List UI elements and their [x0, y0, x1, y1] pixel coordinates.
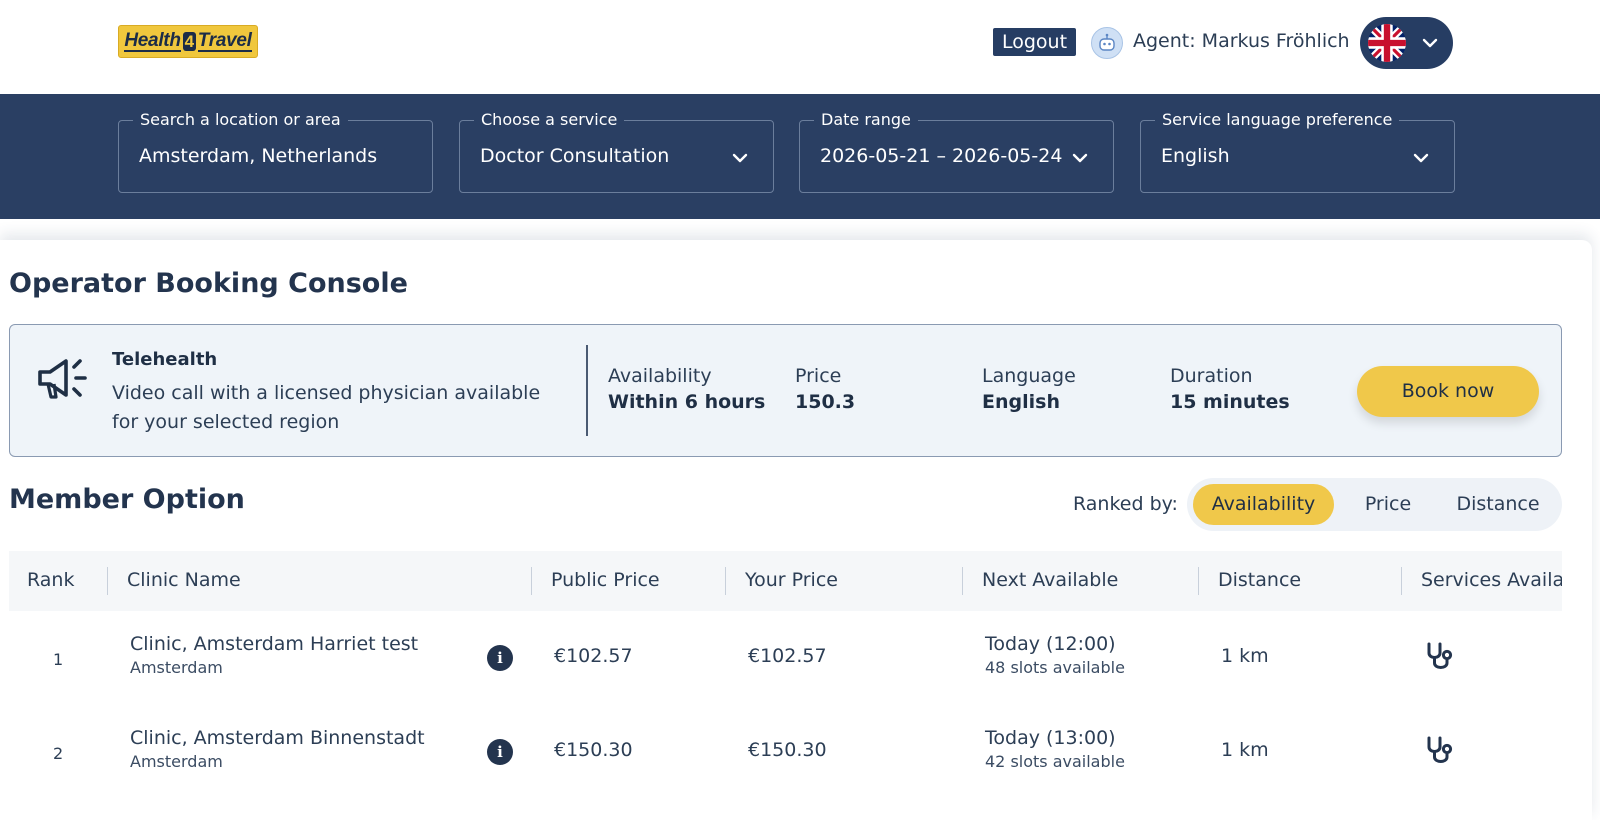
- column-header-clinic-name[interactable]: Clinic Name: [127, 569, 241, 591]
- stat-availability: Availability Within 6 hours: [608, 365, 765, 413]
- rank-cell: 1: [53, 650, 64, 669]
- clinic-city: Amsterdam: [130, 752, 223, 771]
- stethoscope-icon: [1427, 736, 1453, 763]
- column-separator: [1401, 567, 1402, 595]
- your-price-cell: €102.57: [748, 645, 827, 667]
- top-bar: Health 4 Travel Logout Agent: Markus Fröhl…: [0, 0, 1600, 94]
- health4travel-logo[interactable]: Health 4 Travel: [118, 25, 258, 58]
- clinic-city: Amsterdam: [130, 658, 223, 677]
- your-price-cell: €150.30: [748, 739, 827, 761]
- public-price-cell: €102.57: [554, 645, 633, 667]
- stat-value: English: [982, 391, 1060, 413]
- language-preference-select[interactable]: Service language preference English: [1140, 110, 1455, 193]
- rank-option-availability[interactable]: Availability: [1193, 484, 1334, 525]
- column-header-distance[interactable]: Distance: [1218, 569, 1301, 591]
- column-header-your-price[interactable]: Your Price: [745, 569, 838, 591]
- stat-duration: Duration 15 minutes: [1170, 365, 1290, 413]
- distance-cell: 1 km: [1221, 645, 1269, 667]
- stat-label: Language: [982, 365, 1076, 387]
- ranking-toggle: Availability Price Distance: [1187, 478, 1562, 531]
- section-title: Member Option: [9, 484, 245, 515]
- public-price-cell: €150.30: [554, 739, 633, 761]
- clinic-name[interactable]: Clinic, Amsterdam Binnenstadt: [130, 727, 425, 749]
- logo-text-right: Travel: [197, 29, 252, 52]
- rank-option-distance[interactable]: Distance: [1440, 484, 1556, 525]
- stat-label: Duration: [1170, 365, 1253, 387]
- rank-cell: 2: [53, 744, 64, 763]
- agent-name: Agent: Markus Fröhlich: [1133, 30, 1350, 52]
- stat-value: 15 minutes: [1170, 391, 1290, 413]
- agent-avatar-icon: [1091, 27, 1123, 59]
- chevron-down-icon: [732, 153, 748, 163]
- logo-number: 4: [182, 32, 196, 51]
- slots-available: 42 slots available: [985, 752, 1125, 771]
- logout-button[interactable]: Logout: [993, 28, 1077, 56]
- stethoscope-icon: [1427, 642, 1453, 669]
- book-now-button[interactable]: Book now: [1357, 366, 1539, 417]
- clinic-cell: Clinic, Amsterdam Harriet test Amsterdam: [130, 633, 418, 677]
- clinic-name[interactable]: Clinic, Amsterdam Harriet test: [130, 633, 418, 655]
- stat-price: Price 150.3: [795, 365, 855, 413]
- column-separator: [962, 567, 963, 595]
- table-header: Rank Clinic Name Public Price Your Price…: [9, 551, 1562, 611]
- date-range-value: 2026-05-21 – 2026-05-24: [820, 145, 1063, 167]
- stat-label: Price: [795, 365, 842, 387]
- language-preference-value: English: [1161, 145, 1230, 167]
- column-header-next-available[interactable]: Next Available: [982, 569, 1118, 591]
- column-header-rank[interactable]: Rank: [27, 569, 74, 591]
- uk-flag-icon: [1368, 24, 1406, 62]
- main-content: Operator Booking Console Telehealth Vide…: [0, 240, 1592, 820]
- column-header-public-price[interactable]: Public Price: [551, 569, 660, 591]
- service-select-label: Choose a service: [474, 110, 625, 129]
- stat-value: 150.3: [795, 391, 856, 413]
- column-separator: [725, 567, 726, 595]
- megaphone-icon: [38, 359, 87, 399]
- divider: [586, 345, 588, 436]
- service-select-value: Doctor Consultation: [480, 145, 670, 167]
- telehealth-card: Telehealth Video call with a licensed ph…: [9, 324, 1562, 457]
- language-switcher[interactable]: [1360, 17, 1453, 69]
- chevron-down-icon: [1413, 153, 1429, 163]
- rank-option-price[interactable]: Price: [1338, 484, 1438, 525]
- chevron-down-icon: [1072, 153, 1088, 163]
- logo-text-left: Health: [124, 29, 181, 52]
- location-field[interactable]: Search a location or area Amsterdam, Net…: [118, 110, 433, 193]
- stat-label: Availability: [608, 365, 712, 387]
- page-title: Operator Booking Console: [9, 268, 408, 299]
- next-available-time: Today (12:00): [985, 633, 1116, 655]
- clinic-cell: Clinic, Amsterdam Binnenstadt Amsterdam: [130, 727, 425, 771]
- location-field-value: Amsterdam, Netherlands: [139, 145, 378, 167]
- telehealth-description: Video call with a licensed physician ava…: [112, 382, 541, 433]
- distance-cell: 1 km: [1221, 739, 1269, 761]
- language-preference-label: Service language preference: [1155, 110, 1400, 129]
- column-header-services[interactable]: Services Availabl: [1421, 569, 1562, 591]
- location-field-label: Search a location or area: [133, 110, 348, 129]
- date-range-field[interactable]: Date range 2026-05-21 – 2026-05-24: [799, 110, 1114, 193]
- service-select[interactable]: Choose a service Doctor Consultation: [459, 110, 774, 193]
- next-available-time: Today (13:00): [985, 727, 1116, 749]
- next-available-cell: Today (12:00) 48 slots available: [985, 633, 1125, 677]
- column-separator: [531, 567, 532, 595]
- ranked-by-label: Ranked by:: [1073, 493, 1178, 515]
- next-available-cell: Today (13:00) 42 slots available: [985, 727, 1125, 771]
- stat-value: Within 6 hours: [608, 391, 766, 413]
- slots-available: 48 slots available: [985, 658, 1125, 677]
- stat-language: Language English: [982, 365, 1076, 413]
- info-icon[interactable]: i: [487, 645, 513, 671]
- table-row[interactable]: 1 Clinic, Amsterdam Harriet test Amsterd…: [9, 611, 1562, 705]
- telehealth-title: Telehealth: [112, 349, 218, 370]
- search-bar: Search a location or area Amsterdam, Net…: [0, 94, 1600, 219]
- date-range-label: Date range: [814, 110, 918, 129]
- column-separator: [1198, 567, 1199, 595]
- chevron-down-icon: [1422, 38, 1438, 48]
- table-row[interactable]: 2 Clinic, Amsterdam Binnenstadt Amsterda…: [9, 705, 1562, 799]
- info-icon[interactable]: i: [487, 739, 513, 765]
- column-separator: [107, 567, 108, 595]
